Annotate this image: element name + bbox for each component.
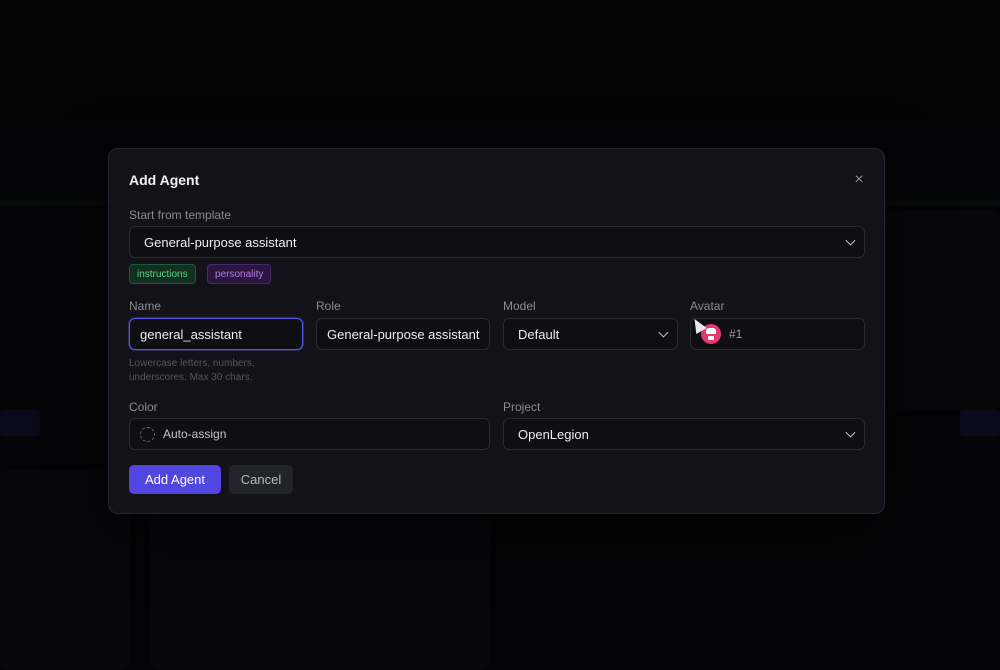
color-value: Auto-assign — [163, 427, 227, 441]
name-input[interactable]: general_assistant — [129, 318, 303, 350]
role-input[interactable]: General-purpose assistant — [316, 318, 490, 350]
project-label: Project — [503, 400, 541, 414]
dialog-title: Add Agent — [129, 172, 200, 188]
project-value: OpenLegion — [518, 426, 589, 442]
tag-instructions: instructions — [129, 264, 196, 284]
avatar-value: #1 — [729, 327, 743, 341]
name-hint: Lowercase letters, numbers, underscores.… — [129, 358, 255, 383]
close-icon[interactable]: × — [852, 172, 866, 188]
model-select[interactable]: Default — [503, 318, 678, 350]
role-value: General-purpose assistant — [327, 326, 480, 342]
color-label: Color — [129, 400, 158, 414]
chevron-down-icon — [845, 427, 856, 438]
project-select[interactable]: OpenLegion — [503, 418, 865, 450]
avatar-picker[interactable]: #1 — [690, 318, 865, 350]
template-select[interactable]: General-purpose assistant — [129, 226, 865, 258]
add-agent-button[interactable]: Add Agent — [129, 465, 221, 494]
template-value: General-purpose assistant — [144, 234, 297, 250]
cancel-button[interactable]: Cancel — [229, 465, 293, 494]
chevron-down-icon — [658, 327, 669, 338]
name-label: Name — [129, 299, 162, 313]
model-value: Default — [518, 326, 560, 342]
color-picker[interactable]: Auto-assign — [129, 418, 490, 450]
tag-personality: personality — [207, 264, 272, 284]
chevron-down-icon — [845, 235, 856, 246]
model-label: Model — [503, 299, 536, 313]
template-label: Start from template — [129, 208, 232, 222]
add-agent-dialog: Add Agent × Start from template General-… — [108, 148, 885, 514]
role-label: Role — [316, 299, 341, 313]
dashed-circle-icon — [140, 426, 155, 442]
avatar-label: Avatar — [690, 299, 725, 313]
name-value: general_assistant — [140, 326, 242, 342]
